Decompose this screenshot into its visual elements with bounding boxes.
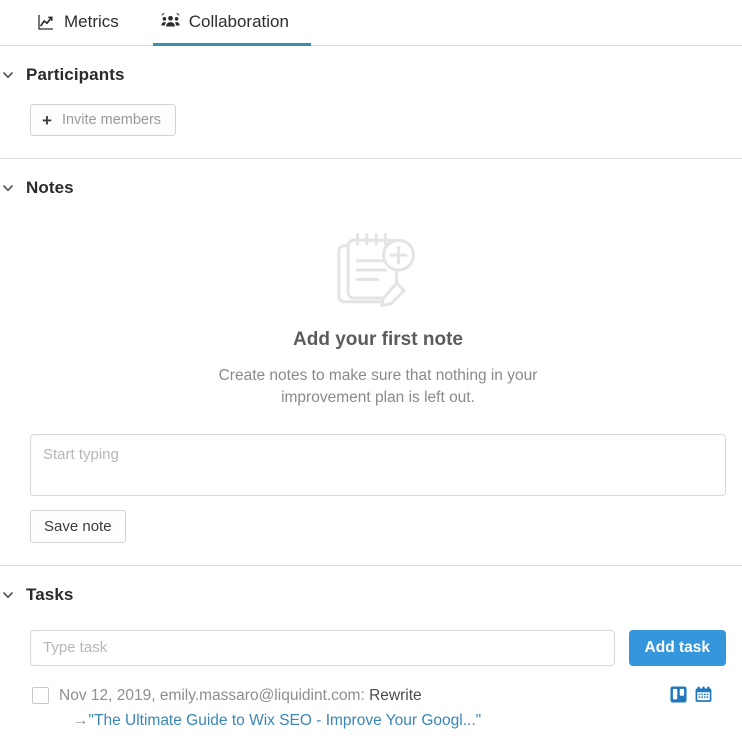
tasks-body: Add task Nov 12, 2019, emily.massaro@liq… <box>0 612 742 748</box>
add-task-button[interactable]: Add task <box>628 629 726 666</box>
notes-header[interactable]: Notes <box>0 159 742 205</box>
task-row: Nov 12, 2019, emily.massaro@liquidint.co… <box>30 684 726 734</box>
save-note-button[interactable]: Save note <box>30 509 126 543</box>
plus-icon: + <box>42 110 52 130</box>
task-checkbox[interactable] <box>32 686 49 704</box>
tasks-section: Tasks Add task Nov 12, 2019, emily.massa… <box>0 566 742 748</box>
notes-section: Notes Add your first note Create notes t… <box>0 159 742 566</box>
arrow-right-icon: → <box>73 711 89 729</box>
participants-section: Participants + Invite members <box>0 46 742 159</box>
chevron-down-icon[interactable] <box>0 64 19 86</box>
notes-body: Add your first note Create notes to make… <box>0 205 742 565</box>
chart-line-icon <box>36 12 55 31</box>
chevron-down-icon[interactable] <box>0 177 19 199</box>
trello-board-icon[interactable] <box>670 686 687 703</box>
task-input[interactable] <box>30 629 615 666</box>
task-icons <box>670 686 726 703</box>
calendar-icon[interactable] <box>695 686 712 703</box>
tasks-header[interactable]: Tasks <box>0 566 742 612</box>
tasks-title: Tasks <box>26 584 74 604</box>
notes-title: Notes <box>26 178 74 197</box>
task-meta: Nov 12, 2019, emily.massaro@liquidint.co… <box>59 686 370 704</box>
task-link[interactable]: "The Ultimate Guide to Wix SEO - Improve… <box>89 712 482 729</box>
notes-empty-state: Add your first note Create notes to make… <box>30 211 726 410</box>
people-group-icon <box>161 12 180 31</box>
participants-title: Participants <box>26 65 125 84</box>
task-entry-row: Add task <box>30 629 726 666</box>
participants-header[interactable]: Participants <box>0 46 742 92</box>
tab-metrics[interactable]: Metrics <box>34 0 135 46</box>
tab-collaboration[interactable]: Collaboration <box>152 0 311 46</box>
invite-members-button[interactable]: + Invite members <box>30 104 177 136</box>
task-action: Rewrite <box>369 686 422 704</box>
task-link-line: →"The Ultimate Guide to Wix SEO - Improv… <box>59 709 660 734</box>
add-note-illustration-icon <box>337 233 415 308</box>
invite-members-label: Invite members <box>61 112 162 128</box>
notes-empty-title: Add your first note <box>293 329 463 350</box>
notes-empty-subtitle: Create notes to make sure that nothing i… <box>218 367 538 407</box>
chevron-down-icon[interactable] <box>0 584 19 606</box>
note-input[interactable] <box>30 433 726 496</box>
task-text: Nov 12, 2019, emily.massaro@liquidint.co… <box>59 684 660 734</box>
tab-collaboration-label: Collaboration <box>188 11 289 31</box>
participants-body: + Invite members <box>0 92 742 158</box>
tab-bar: Metrics Collaboration <box>0 0 742 46</box>
tab-metrics-label: Metrics <box>64 11 119 31</box>
